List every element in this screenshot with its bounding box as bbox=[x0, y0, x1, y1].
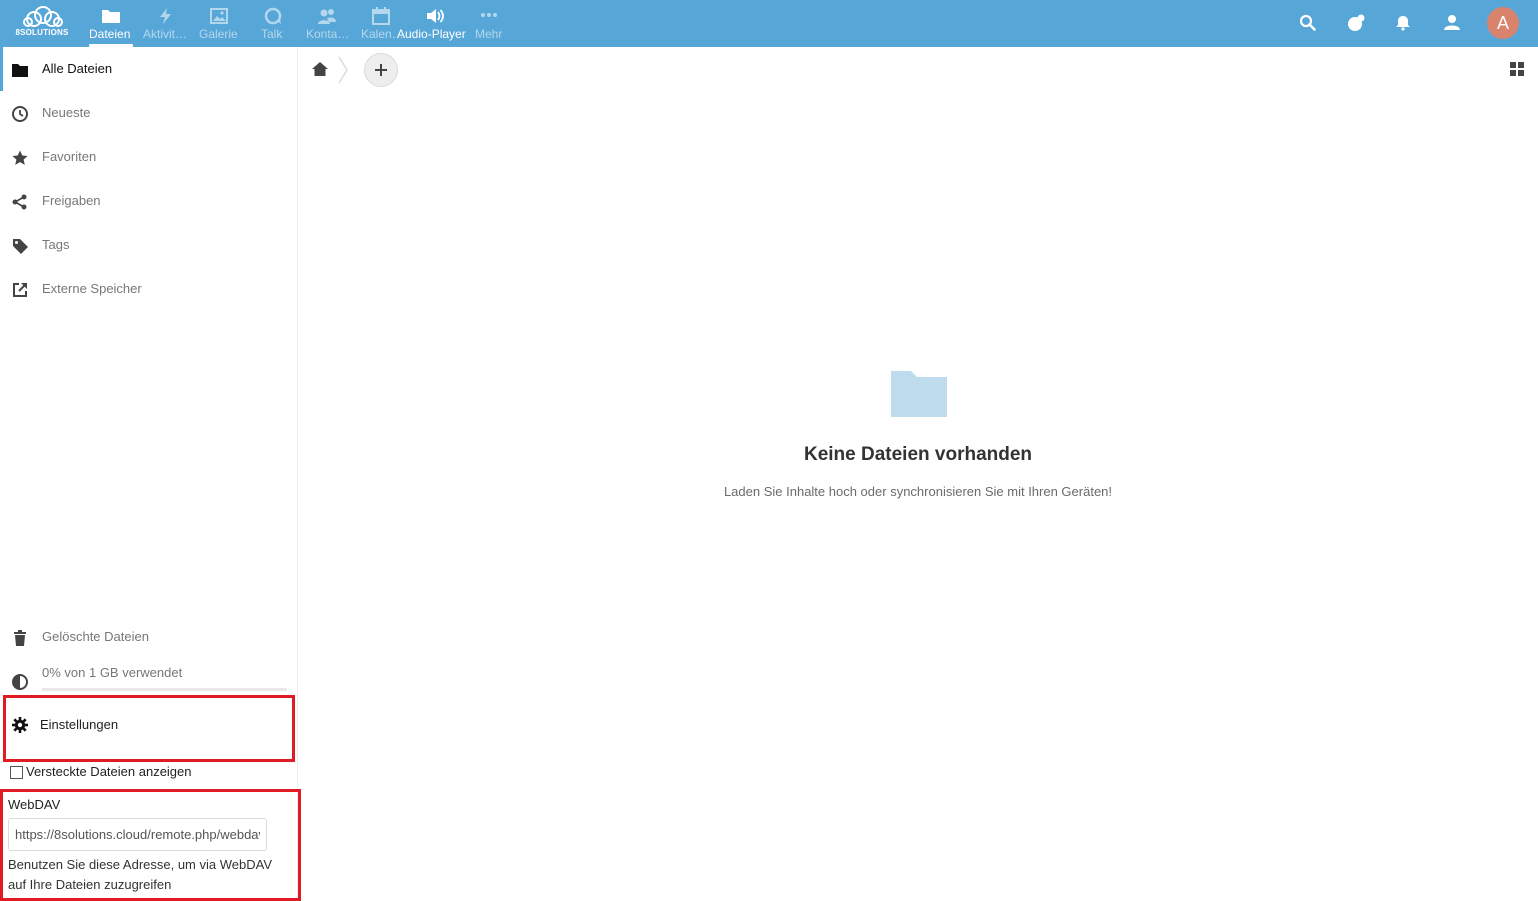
empty-state-title: Keine Dateien vorhanden bbox=[803, 444, 1033, 465]
app-label-audio-player: Audio-Player bbox=[397, 27, 466, 41]
webdav-title: WebDAV bbox=[8, 797, 61, 812]
brand-logo[interactable]: 8SOLUTIONS bbox=[14, 6, 70, 40]
app-label-kontakte: Konta… bbox=[306, 27, 350, 41]
circles-icon[interactable] bbox=[1345, 12, 1367, 34]
quota-pie-icon bbox=[12, 674, 28, 690]
calendar-icon bbox=[372, 7, 390, 25]
folder-icon bbox=[102, 10, 120, 23]
trash-icon bbox=[14, 630, 26, 646]
gallery-image-icon bbox=[210, 8, 228, 24]
sidebar-item-geloeschte-dateien[interactable]: Gelöschte Dateien bbox=[0, 615, 297, 659]
tag-icon bbox=[13, 239, 28, 254]
speaker-icon bbox=[427, 9, 444, 23]
app-galerie[interactable]: Galerie bbox=[196, 0, 242, 47]
webdav-hint: Benutzen Sie diese Adresse, um via WebDA… bbox=[8, 857, 272, 892]
folder-icon bbox=[12, 64, 28, 77]
sidebar-item-label: Alle Dateien bbox=[42, 61, 113, 76]
webdav-url-field[interactable] bbox=[8, 818, 267, 851]
brand-logo-text: 8SOLUTIONS bbox=[15, 28, 69, 37]
contacts-menu-icon[interactable] bbox=[1441, 12, 1463, 34]
search-icon[interactable] bbox=[1297, 12, 1319, 34]
show-hidden-checkbox[interactable] bbox=[10, 766, 23, 779]
sidebar-item-label: Gelöschte Dateien bbox=[42, 629, 149, 644]
empty-folder-icon bbox=[891, 371, 947, 417]
sidebar-item-label: Externe Speicher bbox=[42, 281, 142, 296]
sidebar-item-label: Tags bbox=[42, 237, 70, 252]
external-link-icon bbox=[13, 283, 27, 297]
top-header-bar: 8SOLUTIONS Dateien Aktivit… Galerie Talk… bbox=[0, 0, 1538, 47]
quota-label: 0% von 1 GB verwendet bbox=[42, 665, 183, 680]
app-label-dateien: Dateien bbox=[89, 27, 131, 41]
cloud-logo-icon bbox=[23, 6, 63, 27]
sidebar-item-neueste[interactable]: Neueste bbox=[0, 91, 297, 135]
contacts-icon bbox=[318, 9, 336, 24]
notifications-bell-icon[interactable] bbox=[1392, 12, 1414, 34]
app-label-aktivitaet: Aktivit… bbox=[143, 27, 188, 41]
app-label-mehr: Mehr bbox=[475, 27, 503, 41]
user-avatar[interactable]: A bbox=[1487, 7, 1519, 39]
sidebar-item-label: Freigaben bbox=[42, 193, 101, 208]
sidebar-item-favoriten[interactable]: Favoriten bbox=[0, 135, 297, 179]
share-icon bbox=[12, 194, 27, 210]
talk-bubble-icon bbox=[264, 7, 282, 25]
more-dots-icon bbox=[481, 13, 497, 17]
sidebar-item-externe-speicher[interactable]: Externe Speicher bbox=[0, 267, 297, 311]
app-kalender[interactable]: Kalen… bbox=[358, 0, 404, 47]
sidebar-item-alle-dateien[interactable]: Alle Dateien bbox=[0, 47, 297, 91]
home-icon[interactable] bbox=[311, 61, 329, 77]
app-dateien[interactable]: Dateien bbox=[86, 0, 136, 47]
star-icon bbox=[12, 150, 28, 165]
files-main-content: Keine Dateien vorhanden Laden Sie Inhalt… bbox=[298, 47, 1538, 901]
app-aktivitaet[interactable]: Aktivit… bbox=[140, 0, 190, 47]
grid-view-toggle-icon[interactable] bbox=[1510, 62, 1524, 76]
sidebar-item-label: Favoriten bbox=[42, 149, 97, 164]
activity-bolt-icon bbox=[160, 8, 171, 24]
app-audio-player[interactable]: Audio-Player bbox=[396, 0, 474, 47]
sidebar-item-tags[interactable]: Tags bbox=[0, 223, 297, 267]
show-hidden-label[interactable]: Versteckte Dateien anzeigen bbox=[26, 764, 192, 779]
settings-button[interactable]: Einstellungen bbox=[40, 717, 118, 732]
app-label-talk: Talk bbox=[261, 27, 283, 41]
app-label-galerie: Galerie bbox=[199, 27, 238, 41]
breadcrumb-separator-icon bbox=[338, 56, 348, 84]
app-talk[interactable]: Talk bbox=[256, 0, 290, 47]
gear-icon[interactable] bbox=[11, 716, 29, 734]
quota-progress-bar bbox=[42, 688, 287, 691]
app-kontakte[interactable]: Konta… bbox=[303, 0, 351, 47]
sidebar-item-freigaben[interactable]: Freigaben bbox=[0, 179, 297, 223]
new-file-button[interactable] bbox=[364, 53, 398, 87]
plus-icon bbox=[375, 64, 387, 76]
empty-state-hint: Laden Sie Inhalte hoch oder synchronisie… bbox=[723, 484, 1113, 499]
app-mehr[interactable]: Mehr bbox=[473, 0, 505, 47]
clock-icon bbox=[12, 106, 28, 122]
sidebar-item-label: Neueste bbox=[42, 105, 91, 120]
